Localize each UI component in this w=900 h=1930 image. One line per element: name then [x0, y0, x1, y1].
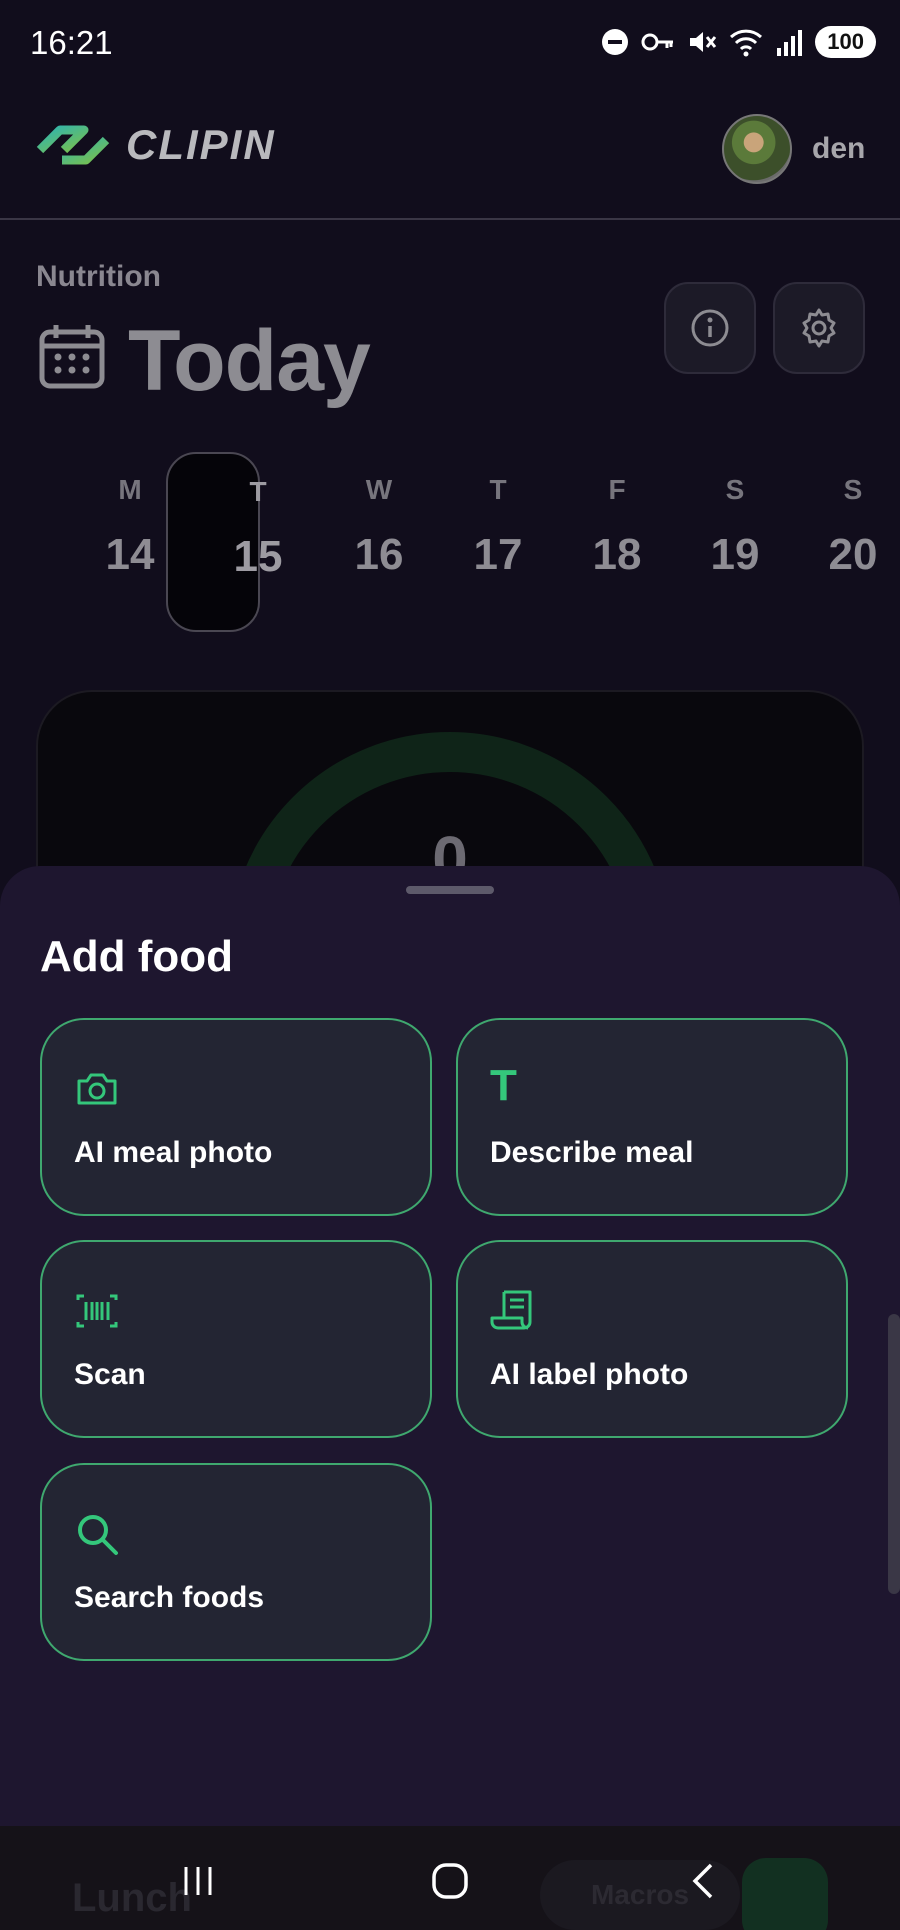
add-fab [742, 1858, 828, 1930]
app-name: CLIPIN [126, 121, 276, 168]
section-label: Nutrition [36, 260, 161, 293]
vpn-key-icon [641, 33, 674, 51]
text-icon: T [490, 1061, 517, 1110]
mute-icon [690, 32, 717, 52]
battery-level: 100 [827, 29, 864, 54]
search-foods-button[interactable]: Search foods [40, 1463, 432, 1661]
recents-icon [184, 1867, 212, 1895]
tile-label: AI meal photo [74, 1136, 273, 1169]
back-button[interactable] [672, 1856, 732, 1906]
avatar[interactable] [722, 114, 792, 184]
gear-icon [802, 308, 836, 348]
system-nav-bar: Lunch Macros [0, 1826, 900, 1930]
clipin-logo-icon [36, 125, 110, 165]
back-icon [692, 1863, 713, 1899]
nutrition-page: Nutrition Today M 14 T 15 W 16 T 17 F 18 S 19 … [0, 222, 900, 990]
week-strip: M 14 T 15 W 16 T 17 F 18 S 19 S 20 [36, 452, 878, 632]
app-logo[interactable]: CLIPIN [34, 120, 276, 170]
day-letter: S [843, 474, 863, 505]
username[interactable]: den [812, 132, 865, 166]
day-item[interactable]: S 20 [759, 452, 878, 632]
info-button[interactable] [664, 282, 756, 374]
barcode-icon [76, 1294, 118, 1328]
dnd-icon [602, 29, 629, 55]
home-button[interactable] [420, 1856, 480, 1906]
receipt-icon [490, 1290, 532, 1330]
search-icon [78, 1515, 118, 1555]
scan-button[interactable]: Scan [40, 1240, 432, 1438]
app-header: CLIPIN den [0, 88, 900, 220]
camera-icon [77, 1073, 117, 1105]
status-icons: 100 [601, 26, 876, 58]
ai-label-photo-button[interactable]: AI label photo [456, 1240, 848, 1438]
status-bar: 16:21 100 [0, 0, 900, 88]
day-item[interactable]: W 16 [285, 452, 404, 632]
wifi-icon [730, 29, 763, 57]
day-item-selected[interactable]: T 15 [166, 452, 282, 632]
day-letter: M [118, 474, 142, 505]
tile-label: Search foods [74, 1581, 265, 1614]
day-item[interactable]: S 19 [641, 452, 760, 632]
sheet-title: Add food [40, 932, 234, 981]
status-time: 16:21 [30, 24, 113, 61]
sheet-handle[interactable] [406, 886, 494, 894]
day-number: 20 [828, 530, 878, 579]
day-number: 14 [105, 530, 155, 579]
tile-label: Describe meal [490, 1136, 694, 1169]
day-item[interactable]: M 14 [36, 452, 155, 632]
home-icon [432, 1863, 468, 1899]
info-icon [691, 309, 729, 347]
signal-icon [777, 30, 803, 56]
day-item[interactable]: F 18 [523, 452, 642, 632]
settings-button[interactable] [773, 282, 865, 374]
add-food-sheet: Add food AI meal photo T Describe meal S… [0, 866, 900, 1826]
recent-apps-button[interactable] [168, 1856, 228, 1906]
ai-meal-photo-button[interactable]: AI meal photo [40, 1018, 432, 1216]
tile-label: AI label photo [490, 1358, 689, 1391]
describe-meal-button[interactable]: T Describe meal [456, 1018, 848, 1216]
day-item[interactable]: T 17 [404, 452, 523, 632]
page-title: Today [128, 313, 371, 409]
calendar-icon [39, 325, 105, 389]
battery-indicator: 100 [815, 26, 876, 58]
tile-label: Scan [74, 1358, 146, 1391]
scrollbar[interactable] [888, 1314, 900, 1594]
